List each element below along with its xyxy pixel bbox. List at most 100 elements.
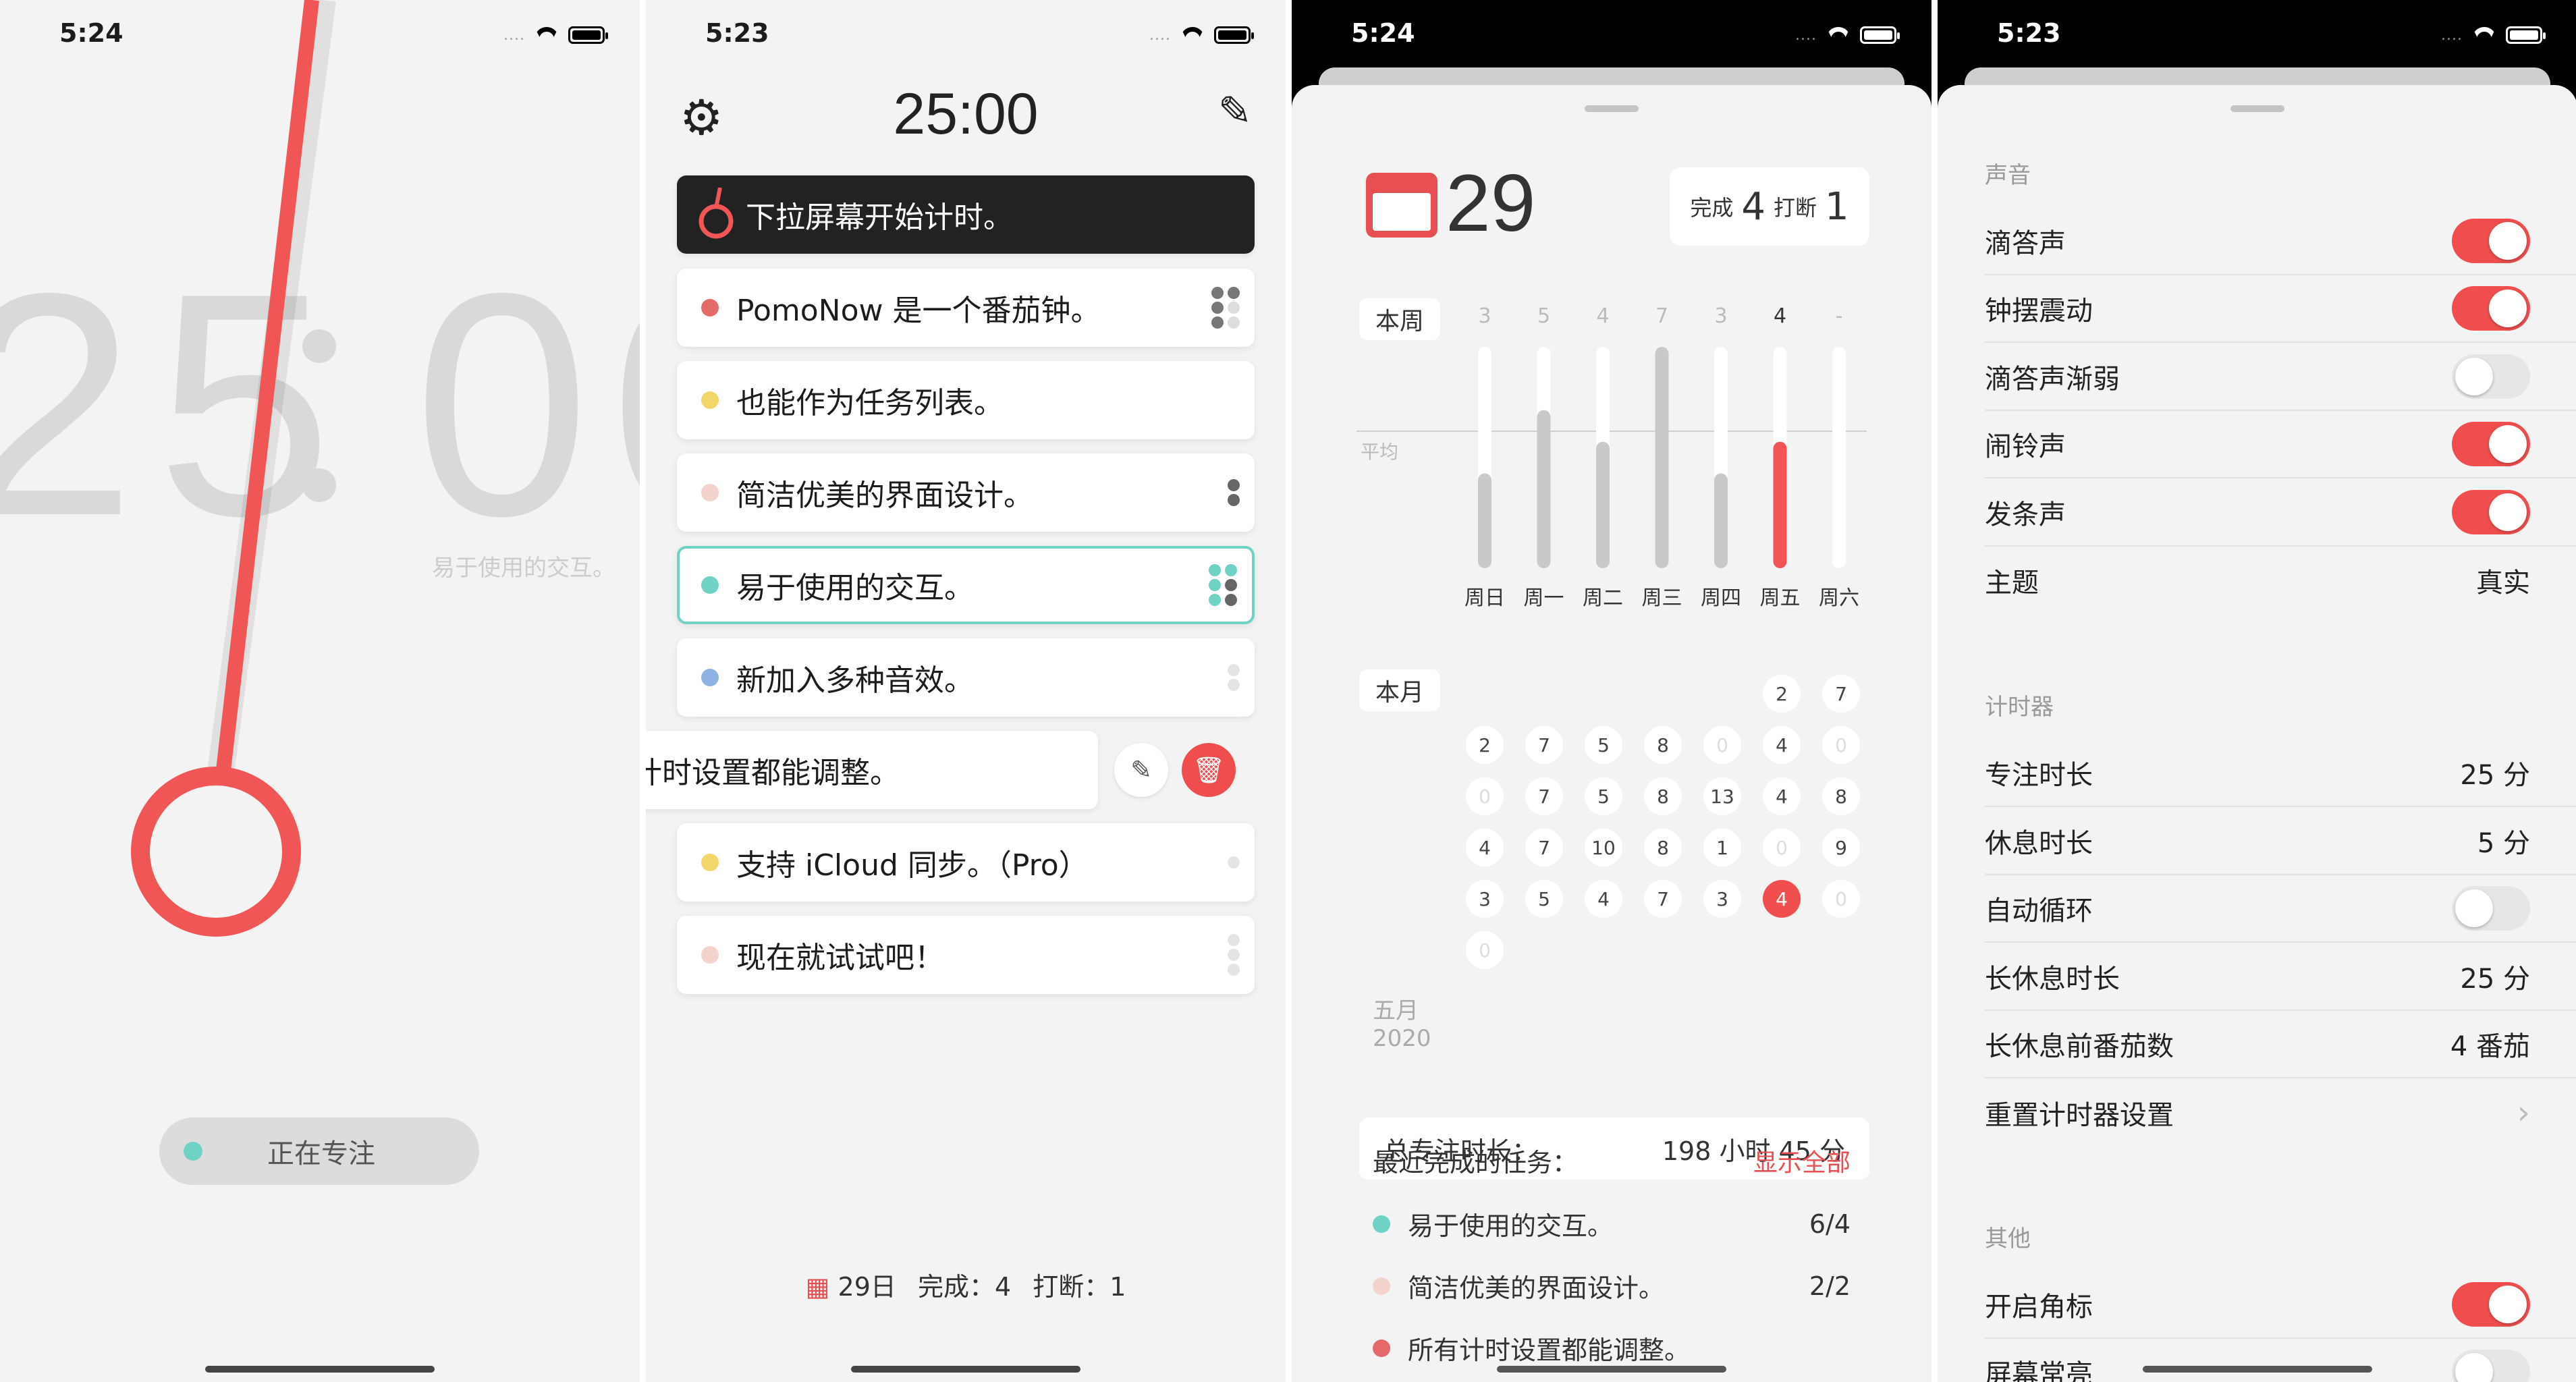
month-day-cell[interactable]: 8 (1822, 777, 1860, 815)
month-day-cell[interactable]: 13 (1703, 777, 1741, 815)
setting-label: 长休息前番茄数 (1985, 1031, 2174, 1062)
month-day-cell[interactable]: 10 (1585, 829, 1622, 866)
week-day-label: 周日 (1464, 586, 1505, 610)
month-day-cell[interactable]: 8 (1644, 726, 1682, 764)
focusing-button[interactable]: 正在专注 (159, 1117, 479, 1185)
month-day-cell[interactable]: 5 (1585, 777, 1622, 815)
month-day-cell[interactable]: 0 (1703, 726, 1741, 764)
new-task-pen-icon[interactable]: ✎ (1218, 88, 1252, 135)
delete-trash-icon[interactable]: 🗑 (1182, 743, 1236, 797)
task-card-selected[interactable]: 易于使用的交互。 (677, 546, 1255, 624)
month-year-label: 五月 2020 (1373, 997, 1431, 1053)
pomodoro-count-icon (1228, 479, 1240, 506)
month-day-cell[interactable]: 1 (1703, 829, 1741, 866)
month-day-cell[interactable]: 3 (1703, 880, 1741, 918)
task-text: 支持 iCloud 同步。（Pro） (736, 848, 1089, 883)
pomodoro-count-icon (1228, 856, 1240, 868)
month-day-cell[interactable]: 0 (1822, 880, 1860, 918)
toggle-switch[interactable] (2452, 354, 2530, 399)
task-color-dot (701, 576, 719, 594)
week-day-label: 周四 (1701, 586, 1741, 610)
task-text: 也能作为任务列表。 (736, 386, 1004, 420)
month-day-cell[interactable]: 7 (1644, 880, 1682, 918)
recent-title: 最近完成的任务： (1373, 1148, 1579, 1178)
month-day-cell[interactable]: 7 (1525, 777, 1563, 815)
pendulum-needle[interactable] (0, 0, 640, 1012)
task-card[interactable]: PomoNow 是一个番茄钟。 (677, 269, 1255, 347)
toggle-switch[interactable] (2452, 1350, 2530, 1382)
task-text: 易于使用的交互。 (736, 571, 974, 605)
task-card[interactable]: 也能作为任务列表。 (677, 361, 1255, 439)
toggle-switch[interactable] (2452, 886, 2530, 931)
setting-row[interactable]: 休息时长 5 分 (1985, 808, 2576, 875)
task-card[interactable]: 现在就试试吧！ (677, 916, 1255, 994)
week-bar (1596, 441, 1610, 568)
month-day-cell[interactable]: 0 (1822, 726, 1860, 764)
week-bar-chart: 平均 3 周日 5 周一 4 周二 7 周三 3 周四 4 周五 - 周六 (1356, 304, 1867, 610)
edit-pencil-icon[interactable]: ✎ (1114, 743, 1168, 797)
month-day-cell[interactable]: 4 (1763, 777, 1801, 815)
settings-screen: 5:23 .... 声音 滴答声 钟摆震动 滴答声渐弱 闹铃声 发条声 主题 真实… (1938, 0, 2576, 1382)
month-day-cell[interactable]: 7 (1822, 675, 1860, 713)
month-day-cell[interactable]: 2 (1763, 675, 1801, 713)
status-time: 5:23 (1997, 18, 2061, 48)
month-chip: 本月 (1359, 669, 1441, 711)
battery-icon (1860, 26, 1900, 44)
task-card[interactable]: 新加入多种音效。 (677, 638, 1255, 717)
month-day-cell[interactable]: 4 (1763, 726, 1801, 764)
month-day-cell[interactable]: 4 (1585, 880, 1622, 918)
focus-status-dot (184, 1142, 202, 1161)
task-text: PomoNow 是一个番茄钟。 (736, 294, 1101, 328)
month-day-cell[interactable]: 9 (1822, 829, 1860, 866)
setting-label: 钟摆震动 (1985, 296, 2093, 327)
toggle-switch[interactable] (2452, 490, 2530, 534)
task-color-dot (701, 854, 719, 871)
month-day-cell[interactable]: 0 (1466, 931, 1504, 969)
recent-text: 简洁优美的界面设计。 (1408, 1273, 1665, 1303)
recent-item: 易于使用的交互。 6/4 (1373, 1205, 1851, 1242)
setting-row[interactable]: 专注时长 25 分 (1985, 740, 2576, 807)
toggle-switch[interactable] (2452, 422, 2530, 466)
daily-summary[interactable]: ▦ 29日 完成：4 打断：1 (646, 1266, 1286, 1303)
week-bar-track (1832, 347, 1846, 568)
section-other: 其他 (1985, 1225, 2031, 1252)
battery-icon (1214, 26, 1254, 44)
month-day-cell[interactable]: 8 (1644, 829, 1682, 866)
month-day-cell[interactable]: 5 (1585, 726, 1622, 764)
top-bar: ⚙ 25:00 ✎ (646, 74, 1286, 155)
month-day-cell[interactable]: 2 (1466, 726, 1504, 764)
pomodoro-count-icon (1209, 564, 1237, 606)
task-card-swiped[interactable]: 计时设置都能调整。 (646, 731, 1098, 809)
show-all-link[interactable]: 显示全部 (1753, 1143, 1851, 1178)
status-bar: 5:23 .... (1938, 0, 2576, 67)
month-day-cell[interactable]: 4 (1763, 880, 1801, 918)
pull-hint-card: 下拉屏幕开始计时。 (677, 175, 1255, 254)
sheet-grabber[interactable] (2230, 105, 2284, 112)
month-day-cell[interactable]: 7 (1525, 726, 1563, 764)
week-bar (1537, 410, 1551, 568)
toggle-switch[interactable] (2452, 219, 2530, 263)
stats-sheet: 29 完成 4 打断 1 本周 平均 3 周日 5 周一 4 周二 7 周三 3 周四 4 周五 - 周六 本月… (1292, 85, 1931, 1382)
setting-row[interactable]: 长休息时长 25 分 (1985, 943, 2576, 1011)
toggle-switch[interactable] (2452, 286, 2530, 331)
week-bar (1655, 347, 1669, 568)
month-day-cell[interactable]: 0 (1466, 777, 1504, 815)
week-count-label: 3 (1478, 304, 1491, 328)
task-card[interactable]: 支持 iCloud 同步。（Pro） (677, 823, 1255, 902)
task-text: 计时设置都能调整。 (646, 756, 900, 790)
calendar-icon: ▦ (805, 1272, 830, 1302)
task-card[interactable]: 简洁优美的界面设计。 (677, 453, 1255, 532)
month-day-cell[interactable]: 7 (1525, 829, 1563, 866)
month-day-cell[interactable]: 4 (1466, 829, 1504, 866)
theme-row[interactable]: 主题 真实 (1985, 547, 2576, 614)
month-day-cell[interactable]: 8 (1644, 777, 1682, 815)
setting-label: 自动循环 (1985, 895, 2093, 927)
reset-timer-row[interactable]: 重置计时器设置 › (1985, 1079, 2576, 1146)
toggle-switch[interactable] (2452, 1282, 2530, 1327)
month-day-cell[interactable]: 5 (1525, 880, 1563, 918)
month-day-cell[interactable]: 0 (1763, 829, 1801, 866)
setting-row[interactable]: 长休息前番茄数 4 番茄 (1985, 1011, 2576, 1078)
month-day-cell[interactable]: 3 (1466, 880, 1504, 918)
summary-interrupt: 1 (1109, 1272, 1126, 1302)
status-time: 5:24 (1351, 18, 1415, 48)
